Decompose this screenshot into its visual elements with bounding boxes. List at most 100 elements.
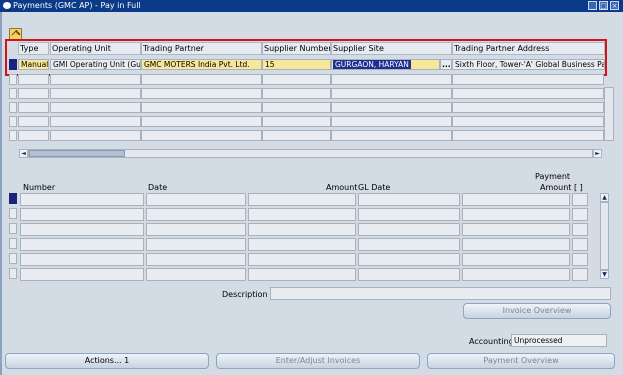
grid-cell[interactable] [462, 253, 570, 266]
grid-cell[interactable] [20, 193, 144, 206]
grid-cell[interactable] [20, 238, 144, 251]
grid-cell[interactable] [452, 102, 604, 113]
grid-cell[interactable] [146, 268, 246, 281]
grid-cell[interactable] [20, 268, 144, 281]
grid-cell[interactable] [572, 253, 588, 266]
grid-cell[interactable] [146, 208, 246, 221]
col-header-amount: Amount [326, 183, 358, 192]
close-icon[interactable]: × [610, 1, 619, 10]
col-header-number: Number [23, 183, 56, 192]
window-title-bar: Payments (GMC AP) - Pay in Full _ □ × [0, 0, 623, 12]
grid-cell[interactable] [141, 74, 262, 85]
description-field[interactable] [270, 287, 611, 300]
row-selector[interactable] [9, 208, 17, 219]
accounting-label: Accounting [469, 337, 514, 346]
grid-cell[interactable] [50, 116, 141, 127]
grid-cell[interactable] [262, 130, 331, 141]
enter-adjust-invoices-button[interactable]: Enter/Adjust Invoices [216, 353, 420, 369]
grid-cell[interactable] [331, 102, 452, 113]
grid-cell[interactable] [248, 193, 356, 206]
payment-amount-header-line2: Amount [540, 183, 572, 192]
grid-cell[interactable] [141, 116, 262, 127]
grid-cell[interactable] [331, 74, 452, 85]
grid-cell[interactable] [572, 208, 588, 221]
window-title: Payments (GMC AP) - Pay in Full [13, 1, 141, 10]
grid-cell[interactable] [146, 193, 246, 206]
row-selector-active[interactable] [9, 193, 17, 204]
grid-cell[interactable] [146, 223, 246, 236]
grid-cell[interactable] [452, 74, 604, 85]
grid-cell[interactable] [358, 268, 460, 281]
grid-cell[interactable] [20, 208, 144, 221]
grid-cell[interactable] [262, 116, 331, 127]
row-selector[interactable] [9, 268, 17, 279]
grid-cell[interactable] [248, 208, 356, 221]
grid-cell[interactable] [18, 74, 49, 85]
scroll-down-icon[interactable]: ▼ [600, 270, 609, 279]
grid-cell[interactable] [18, 88, 49, 99]
grid-cell[interactable] [50, 130, 141, 141]
top-grid-vertical-scrollbar[interactable] [604, 87, 614, 141]
grid-cell[interactable] [18, 102, 49, 113]
grid-cell[interactable] [572, 223, 588, 236]
grid-cell[interactable] [50, 88, 141, 99]
grid-cell[interactable] [462, 268, 570, 281]
grid-cell[interactable] [331, 130, 452, 141]
row-selector[interactable] [9, 88, 17, 99]
grid-cell[interactable] [358, 223, 460, 236]
bottom-grid-vertical-scrollbar[interactable] [600, 202, 609, 270]
actions-button[interactable]: Actions... 1 [5, 353, 209, 369]
row-selector[interactable] [9, 74, 17, 85]
grid-cell[interactable] [18, 130, 49, 141]
grid-cell[interactable] [248, 223, 356, 236]
grid-cell[interactable] [141, 102, 262, 113]
grid-cell[interactable] [358, 208, 460, 221]
row-selector[interactable] [9, 102, 17, 113]
maximize-icon[interactable]: □ [599, 1, 608, 10]
row-selector[interactable] [9, 253, 17, 264]
grid-cell[interactable] [462, 193, 570, 206]
grid-cell[interactable] [50, 74, 141, 85]
grid-cell[interactable] [462, 223, 570, 236]
grid-cell[interactable] [262, 88, 331, 99]
col-header-checkbox: [ ] [574, 183, 583, 192]
grid-cell[interactable] [50, 102, 141, 113]
grid-cell[interactable] [452, 116, 604, 127]
grid-cell[interactable] [462, 238, 570, 251]
grid-cell[interactable] [262, 74, 331, 85]
grid-cell[interactable] [462, 208, 570, 221]
grid-cell[interactable] [358, 253, 460, 266]
scroll-up-icon[interactable]: ▲ [600, 193, 609, 202]
grid-cell[interactable] [248, 253, 356, 266]
grid-cell[interactable] [358, 193, 460, 206]
grid-cell[interactable] [572, 268, 588, 281]
grid-cell[interactable] [572, 238, 588, 251]
horizontal-scroll-thumb[interactable] [29, 150, 125, 157]
grid-cell[interactable] [18, 116, 49, 127]
grid-cell[interactable] [20, 253, 144, 266]
row-selector[interactable] [9, 223, 17, 234]
description-label: Description [222, 290, 268, 299]
grid-cell[interactable] [141, 88, 262, 99]
grid-cell[interactable] [331, 116, 452, 127]
grid-cell[interactable] [141, 130, 262, 141]
grid-cell[interactable] [572, 193, 588, 206]
grid-cell[interactable] [262, 102, 331, 113]
row-selector[interactable] [9, 116, 17, 127]
grid-cell[interactable] [248, 238, 356, 251]
grid-cell[interactable] [452, 88, 604, 99]
grid-cell[interactable] [331, 88, 452, 99]
row-selector[interactable] [9, 130, 17, 141]
invoice-overview-button[interactable]: Invoice Overview [463, 303, 611, 319]
payment-overview-button[interactable]: Payment Overview [427, 353, 615, 369]
scroll-right-icon[interactable]: ► [593, 149, 602, 158]
grid-cell[interactable] [20, 223, 144, 236]
grid-cell[interactable] [146, 238, 246, 251]
grid-cell[interactable] [248, 268, 356, 281]
minimize-icon[interactable]: _ [588, 1, 597, 10]
grid-cell[interactable] [358, 238, 460, 251]
grid-cell[interactable] [146, 253, 246, 266]
scroll-left-icon[interactable]: ◄ [19, 149, 28, 158]
row-selector[interactable] [9, 238, 17, 249]
grid-cell[interactable] [452, 130, 604, 141]
